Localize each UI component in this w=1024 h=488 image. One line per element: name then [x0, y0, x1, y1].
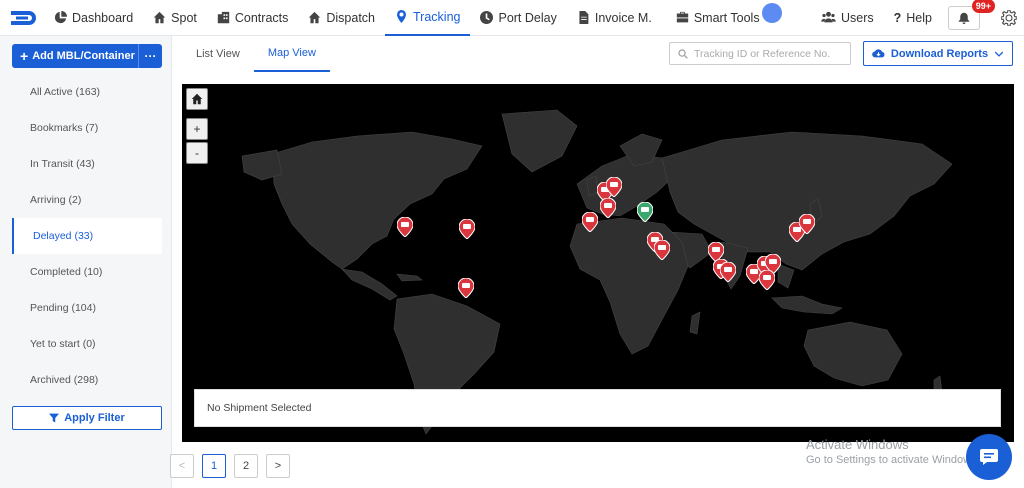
windows-activation-watermark: Activate Windows Go to Settings to activ… [806, 437, 980, 466]
cloud-download-icon [872, 49, 885, 58]
building-icon [217, 11, 230, 24]
notifications-button[interactable]: 99+ [948, 0, 995, 30]
shipment-pin[interactable] [458, 278, 474, 298]
nav-contracts[interactable]: Contracts [207, 0, 299, 36]
shipment-info-panel: No Shipment Selected [194, 389, 1001, 427]
nav-users-label: Users [840, 10, 874, 25]
nav-spot-label: Spot [171, 10, 197, 25]
question-icon: ? [893, 10, 902, 25]
plus-icon: + [20, 48, 29, 64]
nav-smart-tools-label: Smart Tools [693, 10, 760, 25]
filter-in-transit[interactable]: In Transit (43) [12, 146, 162, 182]
nav-invoice[interactable]: Invoice M. [567, 0, 662, 36]
chat-support-button[interactable] [966, 434, 1012, 480]
map-zoom-out-button[interactable]: - [186, 142, 208, 164]
map-zoom-in-button[interactable]: + [186, 118, 208, 140]
nav-tracking-label: Tracking [413, 9, 461, 24]
nav-port-delay[interactable]: Port Delay [470, 0, 566, 36]
shipment-pin[interactable] [606, 177, 622, 197]
shipment-pin[interactable] [654, 240, 670, 260]
toolbox-icon [676, 11, 688, 23]
nav-help-label: Help [906, 10, 932, 25]
home-icon [191, 93, 203, 105]
nav-dispatch[interactable]: Dispatch [298, 0, 385, 36]
nav-dashboard[interactable]: Dashboard [44, 0, 143, 36]
apply-filter-button[interactable]: Apply Filter [12, 406, 162, 430]
add-more-options-button[interactable]: ··· [138, 44, 162, 68]
shipment-pin[interactable] [759, 270, 775, 290]
nav-users[interactable]: Users [811, 0, 884, 36]
settings-button[interactable] [994, 0, 1024, 36]
nav-invoice-label: Invoice M. [594, 10, 652, 25]
tab-list-view[interactable]: List View [182, 36, 254, 72]
filter-all-active[interactable]: All Active (163) [12, 74, 162, 110]
pie-chart-icon [54, 11, 67, 24]
gear-icon [1001, 9, 1017, 26]
nav-contracts-label: Contracts [234, 10, 289, 25]
top-navigation: Dashboard Spot Contracts Dispatch Tracki… [0, 0, 1024, 36]
app-logo[interactable] [0, 0, 44, 36]
view-tabs: List View Map View [182, 36, 330, 72]
shipment-pin[interactable] [600, 198, 616, 218]
pagination-next-button[interactable]: > [266, 454, 290, 478]
shipment-pin[interactable] [720, 262, 736, 282]
nav-smart-tools[interactable]: Smart Tools [666, 0, 770, 36]
shipment-pin[interactable] [637, 202, 653, 222]
nav-tracking[interactable]: Tracking [385, 0, 471, 36]
home-icon [153, 11, 166, 24]
nav-dashboard-label: Dashboard [72, 10, 134, 25]
filter-archived[interactable]: Archived (298) [12, 362, 162, 398]
filter-yet-to-start[interactable]: Yet to start (0) [12, 326, 162, 362]
search-input[interactable] [694, 47, 844, 60]
tracking-search[interactable] [669, 42, 851, 65]
status-indicator-dot [762, 3, 782, 23]
shipment-pin[interactable] [397, 217, 413, 237]
nav-help[interactable]: ? Help [884, 0, 942, 36]
chat-icon [980, 449, 998, 465]
home-icon [309, 11, 321, 24]
add-mbl-container-main[interactable]: + Add MBL/Container [12, 48, 138, 64]
filter-delayed[interactable]: Delayed (33) [12, 218, 162, 254]
add-mbl-container-button[interactable]: + Add MBL/Container ··· [12, 44, 162, 68]
download-reports-button[interactable]: Download Reports [863, 41, 1013, 66]
download-reports-label: Download Reports [890, 47, 989, 60]
notifications-badge: 99+ [971, 0, 995, 13]
apply-filter-label: Apply Filter [64, 412, 125, 424]
pagination: < 1 2 > [170, 454, 290, 478]
chevron-down-icon [994, 51, 1004, 57]
bell-icon [958, 12, 970, 24]
nav-spot[interactable]: Spot [143, 0, 207, 36]
clock-icon [480, 11, 494, 24]
search-icon [678, 48, 688, 59]
shipment-pin[interactable] [799, 214, 815, 234]
tab-map-view[interactable]: Map View [253, 36, 330, 72]
location-pin-icon [397, 10, 406, 23]
filter-bookmarks[interactable]: Bookmarks (7) [12, 110, 162, 146]
add-mbl-container-label: Add MBL/Container [32, 50, 135, 62]
filter-completed[interactable]: Completed (10) [12, 254, 162, 290]
filter-icon [49, 413, 60, 423]
pagination-page-1[interactable]: 1 [202, 454, 226, 478]
shipment-pin[interactable] [582, 212, 598, 232]
nav-dispatch-label: Dispatch [326, 10, 376, 25]
watermark-title: Activate Windows [806, 437, 909, 452]
map-home-button[interactable] [186, 88, 208, 110]
users-icon [821, 11, 836, 23]
watermark-subtitle: Go to Settings to activate Windows. [806, 454, 980, 466]
filter-arriving[interactable]: Arriving (2) [12, 182, 162, 218]
filter-list: All Active (163) Bookmarks (7) In Transi… [12, 74, 162, 398]
pagination-page-2[interactable]: 2 [234, 454, 258, 478]
shipment-map[interactable]: + - No Shipment Selected [182, 84, 1014, 442]
shipment-pin[interactable] [459, 219, 475, 239]
pagination-prev-button[interactable]: < [170, 454, 194, 478]
nav-port-delay-label: Port Delay [498, 10, 557, 25]
filter-pending[interactable]: Pending (104) [12, 290, 162, 326]
file-icon [579, 11, 589, 24]
